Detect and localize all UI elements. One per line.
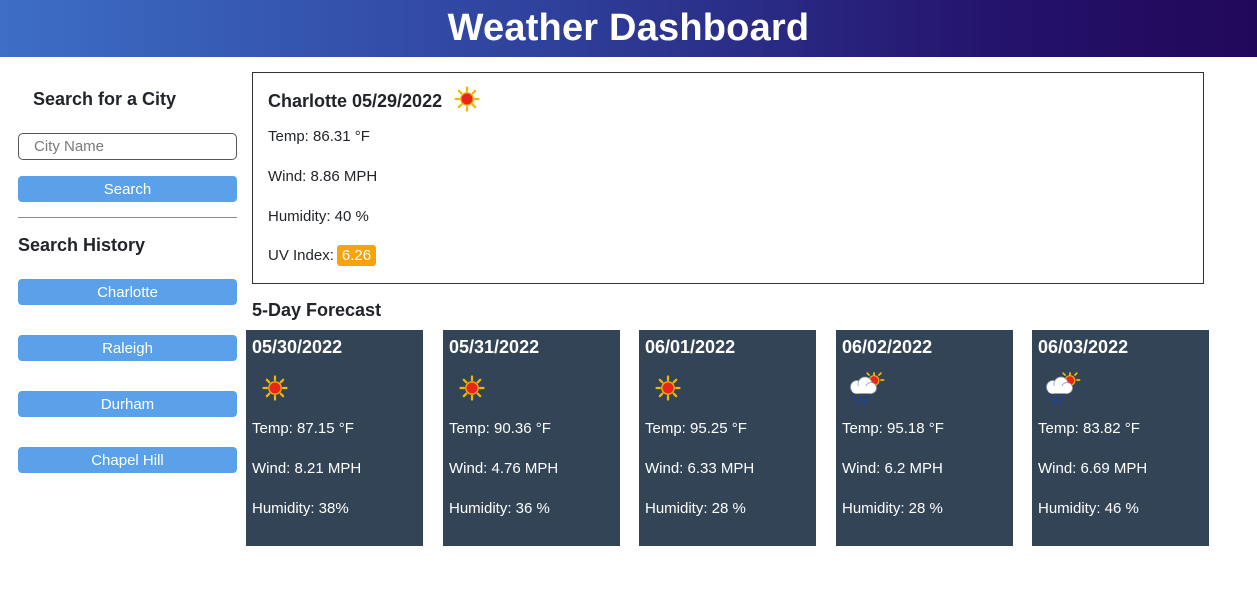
rain-sun-icon [846, 372, 886, 411]
search-button[interactable]: Search [18, 176, 237, 202]
current-weather-panel: Charlotte 05/29/2022 Temp: 86.31 °F Wind… [252, 72, 1204, 284]
sidebar-divider [18, 217, 237, 218]
sunny-icon [454, 86, 480, 117]
page-title: Weather Dashboard [447, 7, 810, 49]
uv-label: UV Index: [268, 247, 334, 264]
forecast-temp: Temp: 95.18 °F [842, 420, 944, 437]
current-weather-title: Charlotte 05/29/2022 [268, 86, 480, 117]
forecast-card: 05/30/2022 Temp: 87.15 °F Wind: 8.21 MPH… [246, 330, 423, 546]
uv-badge: 6.26 [336, 245, 377, 266]
history-button-chapel-hill[interactable]: Chapel Hill [18, 447, 237, 473]
search-history-title: Search History [18, 235, 146, 255]
forecast-card: 06/03/2022 Temp: 83.82 °F Wind: 6.69 MPH… [1032, 330, 1209, 546]
current-temp: Temp: 86.31 °F [268, 128, 370, 145]
current-humidity: Humidity: 40 % [268, 208, 369, 225]
forecast-wind: Wind: 8.21 MPH [252, 460, 362, 477]
sunny-icon [459, 375, 485, 406]
current-uv-index: UV Index: 6.26 [268, 245, 377, 266]
forecast-date: 06/01/2022 [645, 337, 736, 357]
forecast-wind: Wind: 6.33 MPH [645, 460, 755, 477]
forecast-title: 5-Day Forecast [252, 300, 382, 320]
history-button-charlotte[interactable]: Charlotte [18, 279, 237, 305]
sunny-icon [262, 375, 288, 406]
forecast-wind: Wind: 4.76 MPH [449, 460, 559, 477]
forecast-humidity: Humidity: 36 % [449, 500, 550, 517]
forecast-wind: Wind: 6.69 MPH [1038, 460, 1148, 477]
forecast-date: 06/03/2022 [1038, 337, 1129, 357]
forecast-temp: Temp: 87.15 °F [252, 420, 354, 437]
current-city-date: Charlotte 05/29/2022 [268, 91, 443, 111]
forecast-card: 06/01/2022 Temp: 95.25 °F Wind: 6.33 MPH… [639, 330, 816, 546]
forecast-date: 05/30/2022 [252, 337, 343, 357]
forecast-humidity: Humidity: 28 % [842, 500, 943, 517]
search-title: Search for a City [33, 89, 177, 109]
header-bar: Weather Dashboard [0, 0, 1257, 57]
current-wind: Wind: 8.86 MPH [268, 168, 378, 185]
forecast-card: 06/02/2022 Temp: 95.18 °F Wind: 6.2 MPH … [836, 330, 1013, 546]
forecast-temp: Temp: 95.25 °F [645, 420, 747, 437]
rain-sun-icon [1042, 372, 1082, 411]
forecast-date: 05/31/2022 [449, 337, 540, 357]
forecast-temp: Temp: 83.82 °F [1038, 420, 1140, 437]
city-name-input[interactable] [18, 133, 237, 160]
history-button-raleigh[interactable]: Raleigh [18, 335, 237, 361]
forecast-humidity: Humidity: 46 % [1038, 500, 1139, 517]
forecast-wind: Wind: 6.2 MPH [842, 460, 943, 477]
forecast-temp: Temp: 90.36 °F [449, 420, 551, 437]
history-button-durham[interactable]: Durham [18, 391, 237, 417]
sunny-icon [655, 375, 681, 406]
forecast-humidity: Humidity: 38% [252, 500, 349, 517]
forecast-date: 06/02/2022 [842, 337, 933, 357]
forecast-humidity: Humidity: 28 % [645, 500, 746, 517]
forecast-card: 05/31/2022 Temp: 90.36 °F Wind: 4.76 MPH… [443, 330, 620, 546]
